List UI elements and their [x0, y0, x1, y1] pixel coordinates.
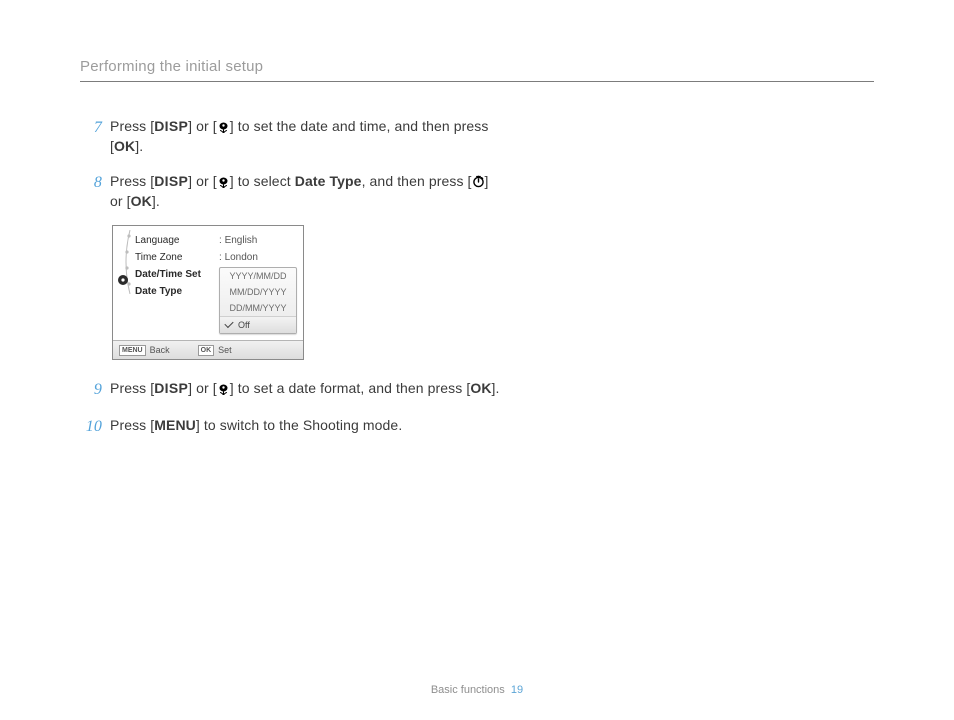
- settings-panel: Language Time Zone Date/Time Set Date Ty…: [112, 225, 304, 360]
- set-label[interactable]: Set: [218, 345, 232, 355]
- menu-button-label: MENU: [154, 417, 196, 433]
- macro-icon: [217, 121, 230, 133]
- panel-footer: MENU Back OK Set: [113, 340, 303, 359]
- menu-item-datetype[interactable]: Date Type: [135, 283, 219, 300]
- option-mmddyyyy[interactable]: MM/DD/YYYY: [220, 284, 296, 300]
- ok-button-label: OK: [470, 380, 491, 396]
- step-7: 7 Press [DISP] or [] to set the date and…: [80, 116, 500, 157]
- menu-item-language[interactable]: Language: [135, 232, 219, 249]
- step-body: Press [DISP] or [] to select Date Type, …: [110, 171, 500, 212]
- step-body: Press [MENU] to switch to the Shooting m…: [110, 415, 500, 438]
- option-off[interactable]: Off: [220, 316, 296, 333]
- step-number: 9: [80, 378, 106, 401]
- menu-item-datetime[interactable]: Date/Time Set: [135, 266, 219, 283]
- step-9: 9 Press [DISP] or [] to set a date forma…: [80, 378, 500, 401]
- value-language: : English: [219, 232, 297, 249]
- option-ddmmyyyy[interactable]: DD/MM/YYYY: [220, 300, 296, 316]
- step-number: 8: [80, 171, 106, 212]
- disp-button-label: DISP: [154, 380, 188, 396]
- step-10: 10 Press [MENU] to switch to the Shootin…: [80, 415, 500, 438]
- page-footer: Basic functions 19: [0, 684, 954, 696]
- macro-icon: [217, 176, 230, 188]
- date-type-label: Date Type: [295, 173, 362, 189]
- disp-button-label: DISP: [154, 173, 188, 189]
- ok-button-label: OK: [131, 193, 152, 209]
- menu-tag: MENU: [119, 345, 146, 356]
- step-8: 8 Press [DISP] or [] to select Date Type…: [80, 171, 500, 212]
- option-yyyymmdd[interactable]: YYYY/MM/DD: [220, 268, 296, 284]
- macro-icon: [217, 383, 230, 395]
- step-number: 10: [80, 415, 106, 438]
- date-type-dropdown[interactable]: YYYY/MM/DD MM/DD/YYYY DD/MM/YYYY Off: [219, 267, 297, 334]
- section-title: Performing the initial setup: [80, 58, 263, 75]
- step-body: Press [DISP] or [] to set the date and t…: [110, 116, 500, 157]
- ok-button-label: OK: [114, 138, 135, 154]
- page-number: 19: [511, 684, 523, 696]
- timer-icon: [472, 175, 485, 188]
- disp-button-label: DISP: [154, 118, 188, 134]
- ok-tag: OK: [198, 345, 215, 356]
- value-timezone: : London: [219, 249, 297, 266]
- menu-item-timezone[interactable]: Time Zone: [135, 249, 219, 266]
- step-list: 7 Press [DISP] or [] to set the date and…: [80, 116, 874, 439]
- step-body: Press [DISP] or [] to set a date format,…: [110, 378, 500, 401]
- back-label[interactable]: Back: [150, 345, 170, 355]
- step-number: 7: [80, 116, 106, 157]
